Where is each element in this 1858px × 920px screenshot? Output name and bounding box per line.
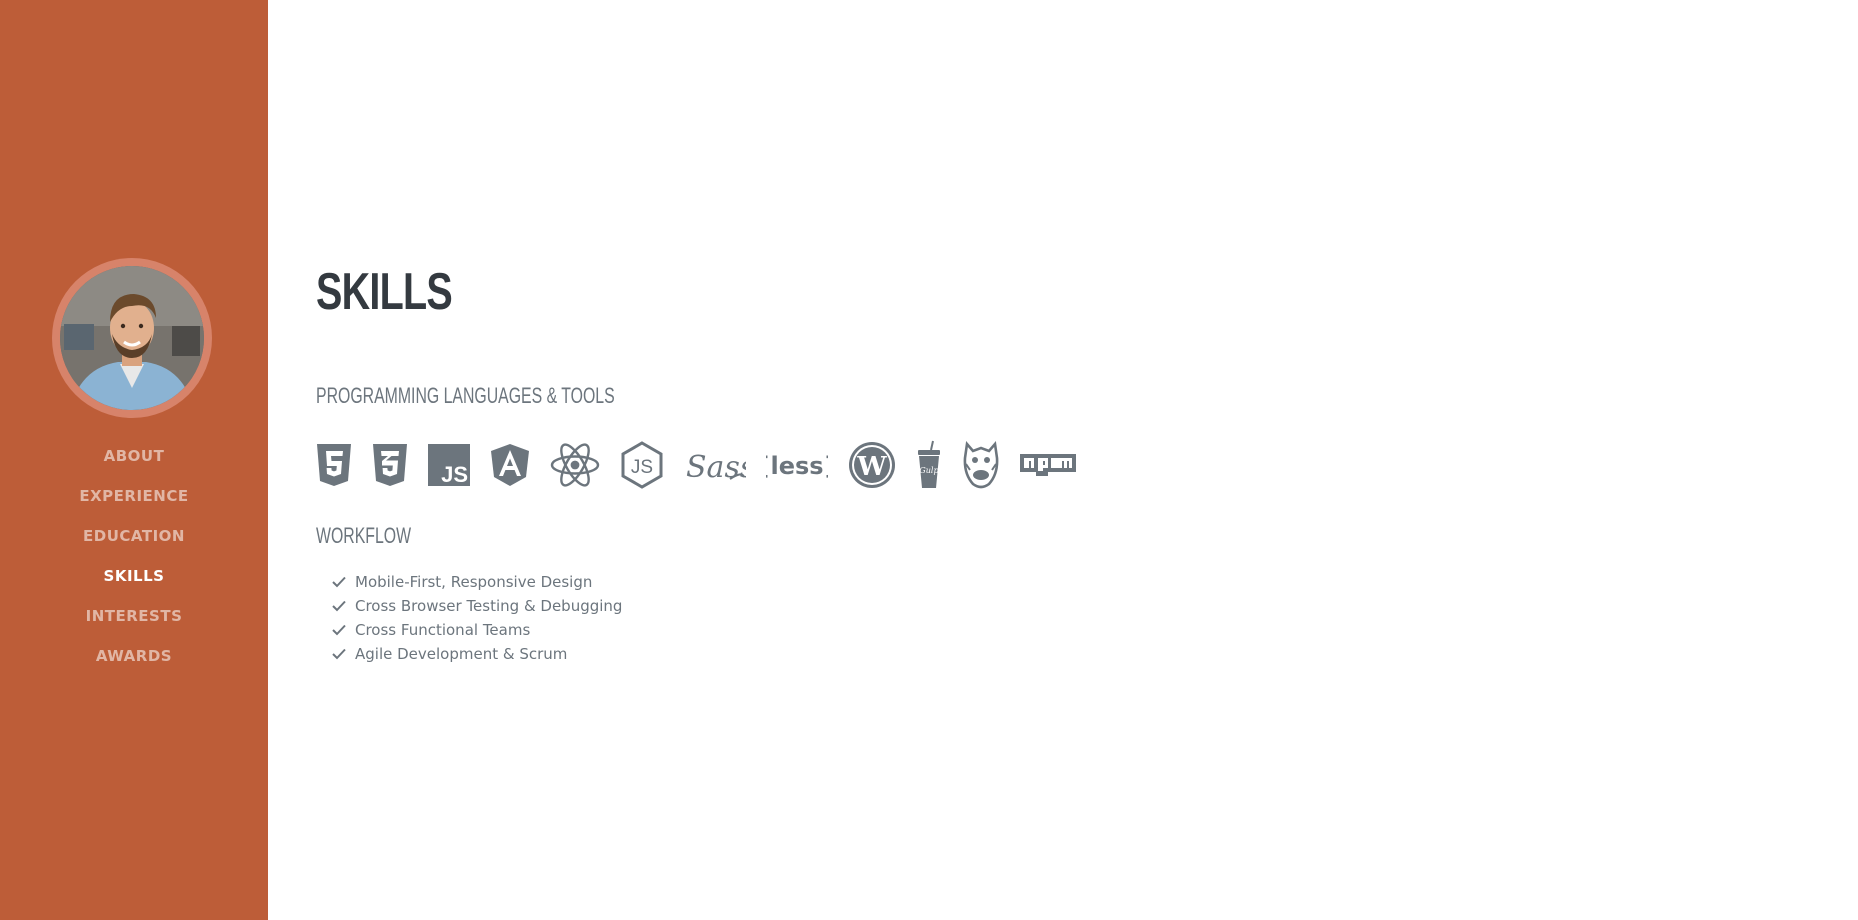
workflow-item-text: Mobile-First, Responsive Design — [355, 573, 593, 591]
nav-item-interests[interactable]: INTERESTS — [0, 596, 268, 636]
less-icon: {less} — [766, 452, 828, 480]
svg-text:{less}: {less} — [766, 452, 828, 480]
sidebar: ABOUT EXPERIENCE EDUCATION SKILLS INTERE… — [0, 0, 268, 920]
css3-icon — [373, 444, 407, 486]
wordpress-icon: W — [849, 442, 895, 488]
angular-icon — [491, 444, 529, 486]
nav-item-education[interactable]: EDUCATION — [0, 516, 268, 556]
javascript-icon: JS — [428, 444, 470, 486]
svg-text:JS: JS — [631, 457, 653, 478]
list-item: Mobile-First, Responsive Design — [332, 570, 622, 594]
nodejs-icon: JS — [621, 441, 663, 489]
nav-item-awards[interactable]: AWARDS — [0, 636, 268, 676]
workflow-item-text: Agile Development & Scrum — [355, 645, 568, 663]
list-item: Cross Browser Testing & Debugging — [332, 594, 622, 618]
check-icon — [332, 648, 346, 660]
list-item: Cross Functional Teams — [332, 618, 622, 642]
gulp-icon: Gulp — [918, 440, 940, 488]
profile-photo — [60, 266, 204, 410]
nav-item-experience[interactable]: EXPERIENCE — [0, 476, 268, 516]
sass-icon: Sass — [686, 450, 746, 485]
main-content: SKILLS PROGRAMMING LANGUAGES & TOOLS JS — [268, 0, 1858, 920]
workflow-list: Mobile-First, Responsive Design Cross Br… — [332, 570, 622, 666]
check-icon — [332, 576, 346, 588]
tool-icons: JS JS Sass {less} — [316, 440, 1076, 490]
languages-heading: PROGRAMMING LANGUAGES & TOOLS — [316, 383, 615, 408]
svg-text:Sass: Sass — [686, 450, 746, 485]
workflow-item-text: Cross Browser Testing & Debugging — [355, 597, 623, 615]
svg-text:Gulp: Gulp — [919, 466, 938, 475]
workflow-heading: WORKFLOW — [316, 523, 412, 548]
nav-menu: ABOUT EXPERIENCE EDUCATION SKILLS INTERE… — [0, 436, 268, 676]
react-icon — [550, 443, 600, 487]
nav-item-about[interactable]: ABOUT — [0, 436, 268, 476]
check-icon — [332, 600, 346, 612]
grunt-icon — [963, 440, 999, 489]
svg-text:W: W — [856, 452, 887, 482]
check-icon — [332, 624, 346, 636]
page-title: SKILLS — [316, 263, 453, 321]
nav-item-skills[interactable]: SKILLS — [0, 556, 268, 596]
html5-icon — [317, 444, 351, 486]
avatar[interactable] — [60, 266, 204, 410]
list-item: Agile Development & Scrum — [332, 642, 622, 666]
npm-icon — [1020, 454, 1076, 476]
avatar-ring — [52, 258, 212, 418]
workflow-item-text: Cross Functional Teams — [355, 621, 531, 639]
svg-text:JS: JS — [441, 462, 468, 486]
